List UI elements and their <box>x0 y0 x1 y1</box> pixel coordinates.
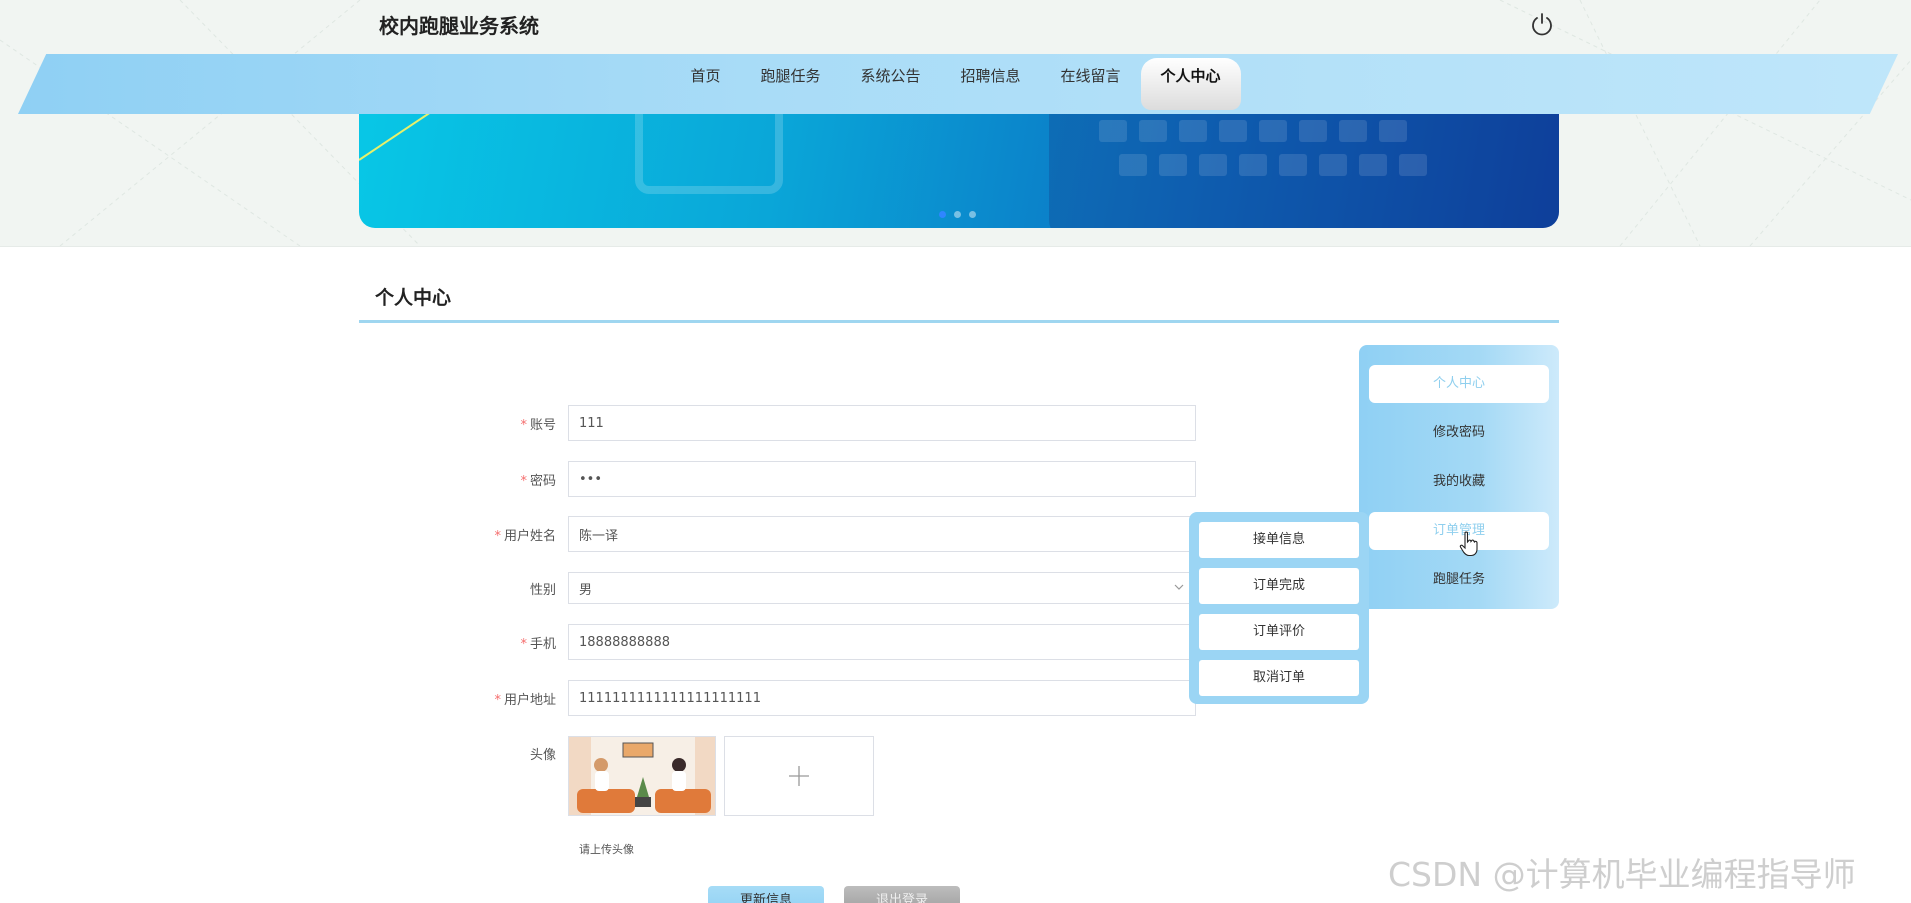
avatar-image[interactable] <box>568 736 716 816</box>
avatar-hint: 请上传头像 <box>579 843 634 856</box>
nav-item-profile[interactable]: 个人中心 <box>1140 58 1241 110</box>
gender-row: 性别 男 <box>440 569 1210 607</box>
main-nav: 首页 跑腿任务 系统公告 招聘信息 在线留言 个人中心 <box>0 58 1911 110</box>
phone-input[interactable]: 18888888888 <box>568 624 1196 660</box>
plus-icon <box>789 766 809 786</box>
side-item-profile[interactable]: 个人中心 <box>1369 365 1549 403</box>
submenu-order-reviews[interactable]: 订单评价 <box>1199 614 1359 650</box>
address-input[interactable]: 1111111111111111111111 <box>568 680 1196 716</box>
title-divider <box>359 320 1559 323</box>
side-item-favorites[interactable]: 我的收藏 <box>1369 463 1549 501</box>
account-label: * 账号 <box>520 417 556 433</box>
nav-item-errand-tasks[interactable]: 跑腿任务 <box>740 58 840 110</box>
phone-row: * 手机 18888888888 <box>440 623 1210 661</box>
gender-select-value: 男 <box>579 582 593 598</box>
logout-button[interactable]: 退出登录 <box>844 886 960 903</box>
watermark: CSDN @计算机毕业编程指导师 <box>1388 855 1856 894</box>
chevron-down-icon <box>1174 584 1184 590</box>
username-label: * 用户姓名 <box>494 528 556 544</box>
page-title: 个人中心 <box>375 287 452 309</box>
password-label: * 密码 <box>520 473 556 489</box>
site-title: 校内跑腿业务系统 <box>379 14 539 38</box>
address-label: * 用户地址 <box>494 692 556 708</box>
banner-image <box>359 100 1559 228</box>
power-icon[interactable] <box>1528 10 1556 38</box>
page: 校内跑腿业务系统 首页 跑腿任务 系统公告 招聘信息 在线留言 个人中心 个人中… <box>0 0 1911 903</box>
carousel-dot[interactable] <box>954 211 961 218</box>
avatar-upload-button[interactable] <box>724 736 874 816</box>
password-row: * 密码 ••• <box>440 460 1210 498</box>
order-submenu: 接单信息 订单完成 订单评价 取消订单 <box>1189 512 1369 704</box>
username-row: * 用户姓名 陈一译 <box>440 515 1210 553</box>
side-item-errand-tasks[interactable]: 跑腿任务 <box>1369 561 1549 599</box>
password-input[interactable]: ••• <box>568 461 1196 497</box>
submenu-cancel-order[interactable]: 取消订单 <box>1199 660 1359 696</box>
side-item-change-password[interactable]: 修改密码 <box>1369 414 1549 452</box>
username-input[interactable]: 陈一译 <box>568 516 1196 552</box>
carousel-dots <box>939 211 976 218</box>
banner-carousel[interactable] <box>359 100 1559 228</box>
address-row: * 用户地址 1111111111111111111111 <box>440 679 1210 717</box>
account-row: * 账号 111 <box>440 404 1210 442</box>
carousel-dot[interactable] <box>969 211 976 218</box>
carousel-dot[interactable] <box>939 211 946 218</box>
nav-item-home[interactable]: 首页 <box>670 58 740 110</box>
gender-label: 性别 <box>529 582 556 598</box>
submenu-completed-orders[interactable]: 订单完成 <box>1199 568 1359 604</box>
profile-side-menu: 个人中心 修改密码 我的收藏 订单管理 跑腿任务 <box>1359 345 1559 609</box>
nav-item-recruitment[interactable]: 招聘信息 <box>941 58 1041 110</box>
avatar-label: 头像 <box>529 748 556 763</box>
gender-select[interactable]: 男 <box>568 572 1196 604</box>
header-background: 校内跑腿业务系统 首页 跑腿任务 系统公告 招聘信息 在线留言 个人中心 <box>0 0 1911 247</box>
account-input[interactable]: 111 <box>568 405 1196 441</box>
nav-item-messages[interactable]: 在线留言 <box>1041 58 1141 110</box>
nav-item-announcements[interactable]: 系统公告 <box>840 58 940 110</box>
submenu-accepted-orders[interactable]: 接单信息 <box>1199 522 1359 558</box>
phone-label: * 手机 <box>520 636 556 652</box>
avatar-row: 头像 <box>440 736 874 816</box>
hand-cursor-icon <box>1459 531 1478 557</box>
update-info-button[interactable]: 更新信息 <box>708 886 824 903</box>
